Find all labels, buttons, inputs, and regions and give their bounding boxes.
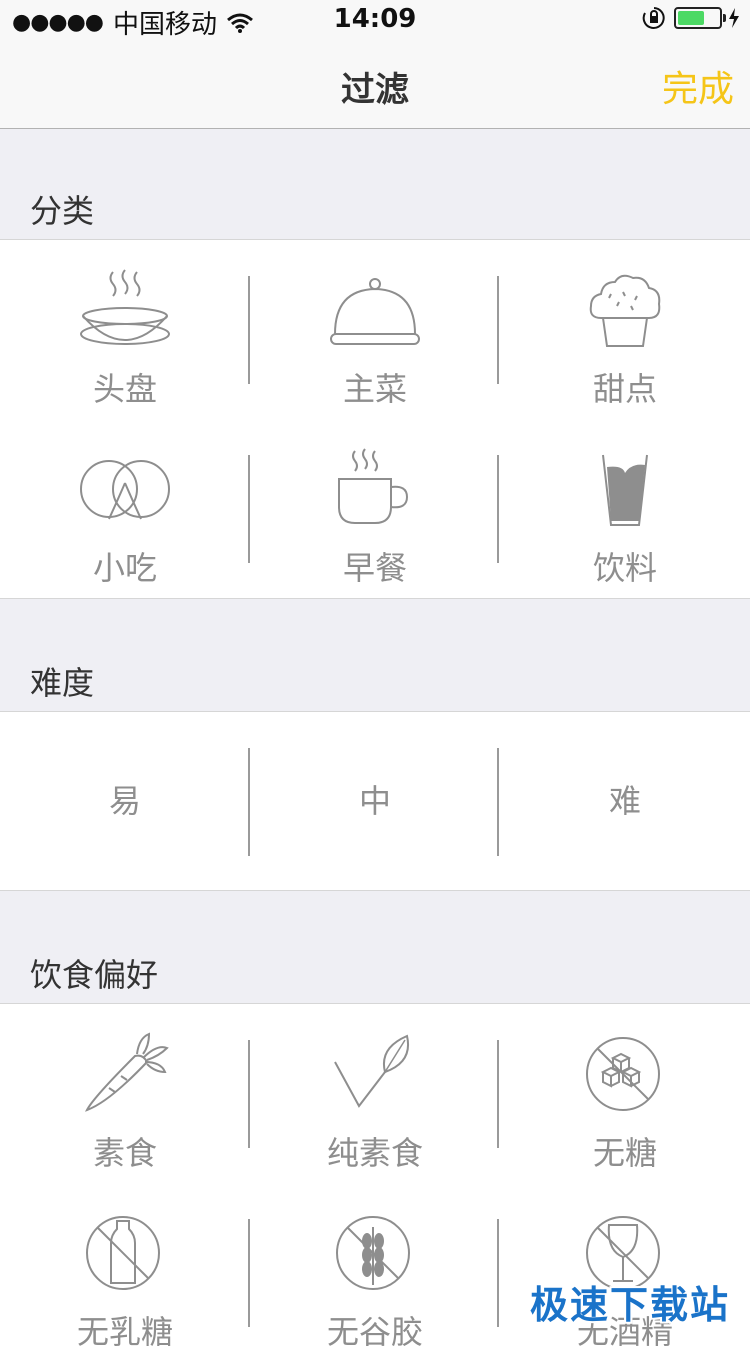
section-title-category: 分类 [30, 192, 95, 230]
category-item-starter[interactable]: 头盘 [0, 240, 250, 420]
battery-icon [674, 7, 726, 29]
cloche-icon [330, 278, 420, 345]
category-grid: 头盘 主菜 甜点 小吃 早餐 饮料 [0, 239, 750, 599]
difficulty-row: 易 中 难 [0, 711, 750, 891]
muffin-icon [589, 274, 661, 347]
section-title-difficulty: 难度 [30, 664, 95, 702]
no-gluten-icon [336, 1216, 410, 1290]
page-title: 过滤 [341, 70, 409, 110]
no-dairy-icon [86, 1216, 160, 1290]
diet-item-alcohol-free[interactable]: 无酒精 [500, 1183, 750, 1363]
difficulty-hard[interactable]: 难 [500, 712, 750, 890]
section-title-diet: 饮食偏好 [30, 956, 159, 994]
category-label: 主菜 [342, 370, 407, 408]
leaf-icon [334, 1034, 409, 1108]
diet-label: 无乳糖 [76, 1313, 173, 1351]
done-button[interactable]: 完成 [662, 60, 734, 112]
charging-bolt-icon [729, 8, 739, 28]
diet-label: 无糖 [592, 1134, 657, 1172]
navigation-bar: 过滤 完成 [0, 40, 750, 129]
soup-bowl-icon [80, 269, 170, 345]
drink-glass-icon [602, 454, 648, 526]
diet-label: 素食 [92, 1134, 157, 1172]
status-time: 14:09 [333, 4, 417, 34]
category-label: 头盘 [92, 370, 157, 408]
difficulty-medium[interactable]: 中 [250, 712, 500, 890]
category-item-snack[interactable]: 小吃 [0, 419, 250, 599]
category-label: 小吃 [92, 549, 157, 587]
diet-item-vegan[interactable]: 纯素食 [250, 1004, 500, 1184]
watermark: 极速下载站 [529, 1283, 730, 1327]
category-label: 饮料 [592, 549, 657, 587]
category-item-drinks[interactable]: 饮料 [500, 419, 750, 599]
category-item-dessert[interactable]: 甜点 [500, 240, 750, 420]
carrot-icon [84, 1032, 169, 1112]
orientation-lock-icon [642, 7, 665, 29]
diet-label: 无谷胶 [326, 1313, 423, 1351]
difficulty-easy[interactable]: 易 [0, 712, 250, 890]
diet-item-sugar-free[interactable]: 无糖 [500, 1004, 750, 1184]
category-label: 甜点 [592, 370, 657, 408]
diet-item-lactose-free[interactable]: 无乳糖 [0, 1183, 250, 1363]
category-label: 早餐 [342, 549, 407, 587]
diet-item-gluten-free[interactable]: 无谷胶 [250, 1183, 500, 1363]
status-bar: ●●●●● 中国移动 14:09 [0, 0, 750, 40]
diet-item-vegetarian[interactable]: 素食 [0, 1004, 250, 1184]
diet-label: 纯素食 [326, 1134, 423, 1172]
coffee-cup-icon [338, 448, 409, 524]
category-item-main[interactable]: 主菜 [250, 240, 500, 420]
no-sugar-icon [586, 1037, 660, 1111]
category-item-breakfast[interactable]: 早餐 [250, 419, 500, 599]
pretzel-icon [80, 460, 170, 520]
